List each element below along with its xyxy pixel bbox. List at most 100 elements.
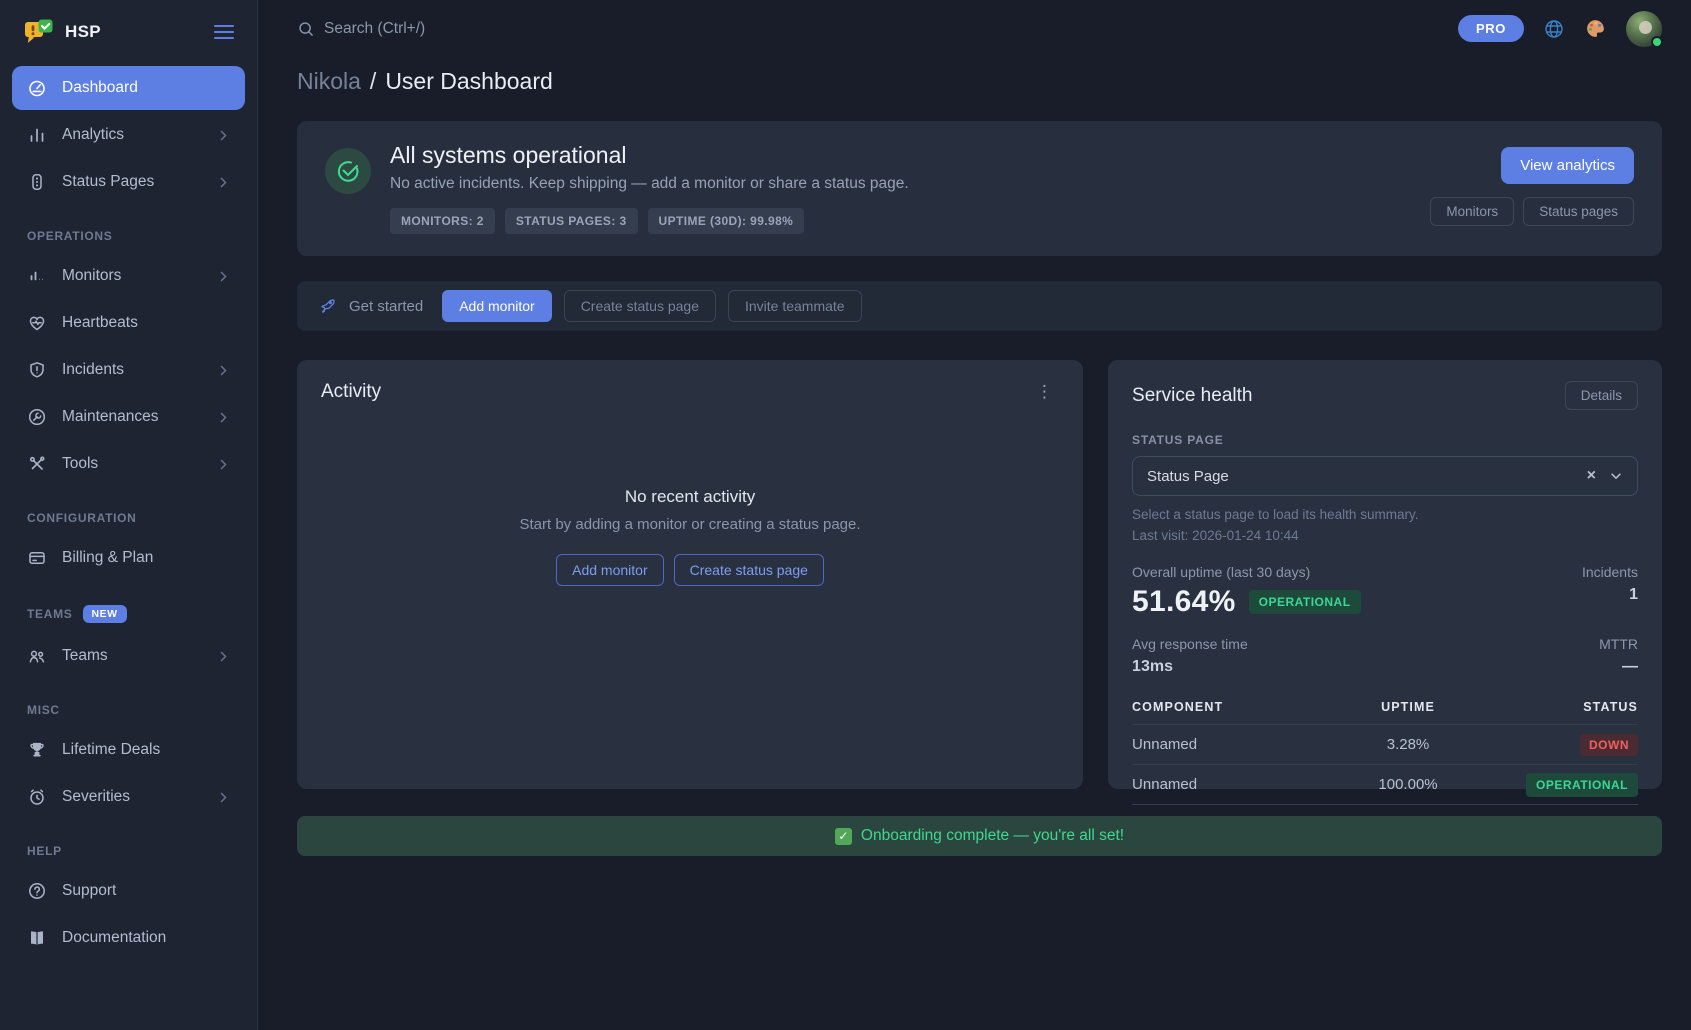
shield-alert-icon <box>27 360 47 380</box>
hsp-logo-icon <box>24 18 54 46</box>
activity-card: Activity ⋮ No recent activity Start by a… <box>297 360 1083 789</box>
chevron-right-icon <box>217 176 230 189</box>
main-content: Search (Ctrl+/) PRO <box>258 0 1691 1030</box>
sidebar-section-operations: OPERATIONS <box>27 229 230 243</box>
details-button[interactable]: Details <box>1565 381 1638 410</box>
online-status-dot <box>1651 36 1663 48</box>
pro-plan-badge[interactable]: PRO <box>1458 15 1524 42</box>
sidebar-item-analytics[interactable]: Analytics <box>12 113 245 157</box>
sidebar-section-configuration: CONFIGURATION <box>27 511 230 525</box>
book-icon <box>27 928 47 948</box>
components-table: COMPONENT UPTIME STATUS Unnamed 3.28% DO… <box>1132 692 1638 805</box>
sidebar-item-label: Support <box>62 882 116 900</box>
sidebar-section-misc: MISC <box>27 703 230 717</box>
search-input[interactable]: Search (Ctrl+/) <box>297 20 425 38</box>
empty-state-subtitle: Start by adding a monitor or creating a … <box>520 516 861 533</box>
status-pages-count-chip: STATUS PAGES: 3 <box>505 208 638 234</box>
search-icon <box>297 20 315 38</box>
sidebar-item-tools[interactable]: Tools <box>12 442 245 486</box>
add-monitor-button[interactable]: Add monitor <box>442 290 551 322</box>
service-health-title: Service health <box>1132 385 1252 407</box>
page-title: User Dashboard <box>385 68 552 95</box>
sidebar-item-incidents[interactable]: Incidents <box>12 348 245 392</box>
chevron-right-icon <box>217 791 230 804</box>
breadcrumb-parent[interactable]: Nikola <box>297 68 361 95</box>
topbar: Search (Ctrl+/) PRO <box>297 0 1662 57</box>
status-pages-button[interactable]: Status pages <box>1523 197 1634 226</box>
get-started-label: Get started <box>349 298 423 315</box>
sidebar-item-monitors[interactable]: Monitors <box>12 254 245 298</box>
search-placeholder: Search (Ctrl+/) <box>324 20 425 38</box>
table-row: Unnamed 3.28% DOWN <box>1132 724 1638 764</box>
component-name: Unnamed <box>1132 776 1331 793</box>
operational-badge: OPERATIONAL <box>1249 590 1361 614</box>
palette-icon[interactable] <box>1584 17 1607 40</box>
status-hero-card: All systems operational No active incide… <box>297 121 1662 256</box>
wrench-circle-icon <box>27 407 47 427</box>
hero-subtitle: No active incidents. Keep shipping — add… <box>390 175 909 193</box>
sidebar-item-label: Tools <box>62 455 98 473</box>
empty-state-title: No recent activity <box>625 487 755 507</box>
check-circle-icon <box>325 148 371 194</box>
select-helper-text: Select a status page to load its health … <box>1132 507 1638 522</box>
sidebar-nav: Dashboard Analytics Status <box>0 58 257 963</box>
get-started-bar: Get started Add monitor Create status pa… <box>297 281 1662 331</box>
sidebar-header: HSP <box>0 0 257 58</box>
hero-title: All systems operational <box>390 142 909 169</box>
sidebar-item-status-pages[interactable]: Status Pages <box>12 160 245 204</box>
sidebar-item-billing[interactable]: Billing & Plan <box>12 536 245 580</box>
sidebar-item-teams[interactable]: Teams <box>12 634 245 678</box>
clear-selection-icon[interactable]: × <box>1587 467 1596 485</box>
chevron-right-icon <box>217 270 230 283</box>
status-page-select-value: Status Page <box>1147 468 1229 485</box>
mttr-value: — <box>1599 658 1638 676</box>
rocket-icon <box>319 297 337 315</box>
uptime-value: 51.64% <box>1132 585 1236 619</box>
avg-response-value: 13ms <box>1132 658 1248 676</box>
sidebar-section-help: HELP <box>27 844 230 858</box>
gauge-icon <box>27 78 47 98</box>
alarm-clock-icon <box>27 787 47 807</box>
sidebar-item-support[interactable]: Support <box>12 869 245 913</box>
sidebar-item-documentation[interactable]: Documentation <box>12 916 245 960</box>
empty-add-monitor-button[interactable]: Add monitor <box>556 554 663 586</box>
view-analytics-button[interactable]: View analytics <box>1501 147 1634 184</box>
hero-chips: MONITORS: 2 STATUS PAGES: 3 UPTIME (30D)… <box>390 208 909 234</box>
column-header-uptime: UPTIME <box>1331 700 1484 714</box>
app-logo[interactable]: HSP <box>24 18 101 46</box>
onboarding-complete-banner: ✓ Onboarding complete — you're all set! <box>297 816 1662 856</box>
last-visit-text: Last visit: 2026-01-24 10:44 <box>1132 528 1638 543</box>
component-uptime: 3.28% <box>1331 736 1484 753</box>
sidebar-item-dashboard[interactable]: Dashboard <box>12 66 245 110</box>
chevron-right-icon <box>217 458 230 471</box>
credit-card-icon <box>27 548 47 568</box>
hamburger-menu-icon[interactable] <box>213 23 235 41</box>
create-status-page-button[interactable]: Create status page <box>564 290 716 322</box>
avg-response-label: Avg response time <box>1132 636 1248 652</box>
down-status-badge: DOWN <box>1580 734 1638 756</box>
chevron-right-icon <box>217 364 230 377</box>
activity-empty-state: No recent activity Start by adding a mon… <box>321 487 1059 586</box>
invite-teammate-button[interactable]: Invite teammate <box>728 290 862 322</box>
sidebar-item-maintenances[interactable]: Maintenances <box>12 395 245 439</box>
banner-text: Onboarding complete — you're all set! <box>861 827 1124 845</box>
sidebar-item-label: Teams <box>62 647 108 665</box>
uptime-chip: UPTIME (30D): 99.98% <box>648 208 805 234</box>
user-avatar[interactable] <box>1626 11 1662 47</box>
sidebar-item-lifetime-deals[interactable]: Lifetime Deals <box>12 728 245 772</box>
mttr-label: MTTR <box>1599 636 1638 652</box>
monitors-count-chip: MONITORS: 2 <box>390 208 495 234</box>
heart-pulse-icon <box>27 313 47 333</box>
people-icon <box>27 646 47 666</box>
chevron-right-icon <box>217 650 230 663</box>
breadcrumb-separator: / <box>370 68 376 95</box>
sidebar-item-label: Status Pages <box>62 173 154 191</box>
sidebar-item-heartbeats[interactable]: Heartbeats <box>12 301 245 345</box>
status-page-select[interactable]: Status Page × <box>1132 456 1638 496</box>
kebab-menu-icon[interactable]: ⋮ <box>1030 382 1059 402</box>
globe-icon[interactable] <box>1543 18 1565 40</box>
empty-create-status-page-button[interactable]: Create status page <box>674 554 824 586</box>
monitors-button[interactable]: Monitors <box>1430 197 1514 226</box>
sidebar-item-severities[interactable]: Severities <box>12 775 245 819</box>
incidents-label: Incidents <box>1582 564 1638 580</box>
